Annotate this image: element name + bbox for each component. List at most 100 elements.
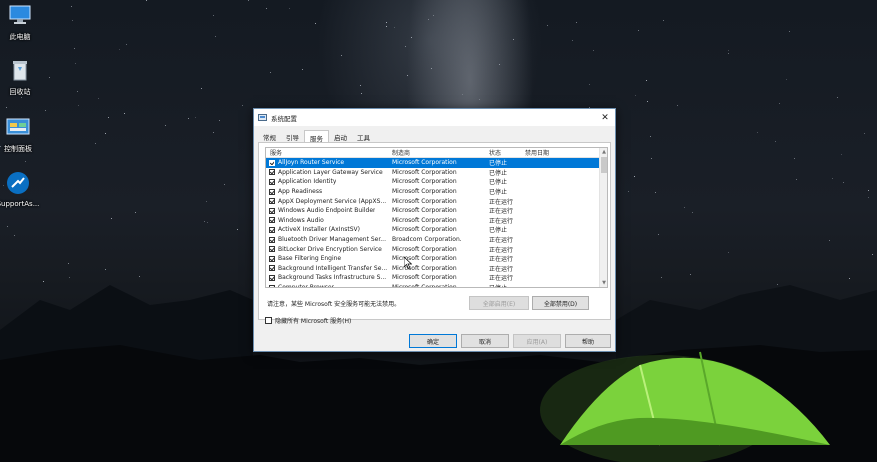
service-row[interactable]: Windows Audio Microsoft Corporation 正在运行 (266, 216, 607, 226)
service-row[interactable]: Bluetooth Driver Management Ser... Broadc… (266, 235, 607, 245)
service-name-cell: BitLocker Drive Encryption Service (266, 246, 392, 253)
service-name: Windows Audio Endpoint Builder (278, 207, 376, 215)
control-panel-icon (5, 114, 31, 140)
dialog-title: 系统配置 (271, 114, 297, 123)
service-manufacturer: Microsoft Corporation (392, 226, 457, 234)
column-header-status[interactable]: 状态 (489, 148, 525, 157)
desktop-icon-support-assist[interactable]: SupportAs... (0, 170, 41, 208)
service-status: 正在运行 (489, 275, 514, 283)
service-manufacturer: Microsoft Corporation (392, 284, 457, 288)
services-list[interactable]: 服务 制造商 状态 禁用日期 AllJoyn Router Service Mic… (265, 147, 608, 288)
service-name: AllJoyn Router Service (278, 159, 345, 167)
computer-icon (7, 2, 33, 28)
cancel-button[interactable]: 取消 (461, 334, 509, 348)
service-checkbox[interactable] (269, 246, 275, 253)
tab-startup[interactable]: 启动 (329, 130, 352, 142)
service-name: App Readiness (278, 188, 323, 196)
scroll-up-icon[interactable]: ▲ (601, 149, 607, 155)
service-status: 已停止 (489, 283, 525, 287)
column-header-disabled-date[interactable]: 禁用日期 (525, 148, 593, 157)
column-header-manufacturer[interactable]: 制造商 (392, 148, 489, 157)
service-checkbox[interactable] (269, 236, 275, 243)
service-status: 已停止 (489, 227, 508, 235)
desktop-icon-label: 回收站 (9, 88, 31, 96)
hide-microsoft-services-checkbox[interactable]: 隐藏所有 Microsoft 服务(H) (265, 316, 351, 325)
service-row[interactable]: Base Filtering Engine Microsoft Corporati… (266, 254, 607, 264)
service-row[interactable]: Background Intelligent Transfer Se... Mic… (266, 264, 607, 274)
desktop-icon-this-pc[interactable]: 此电脑 (0, 2, 43, 42)
tab-tools[interactable]: 工具 (352, 130, 375, 142)
service-checkbox[interactable] (269, 217, 275, 224)
service-status: 已停止 (489, 169, 508, 177)
service-name-cell: Windows Audio Endpoint Builder (266, 207, 392, 214)
service-row[interactable]: Windows Audio Endpoint Builder Microsoft … (266, 206, 607, 216)
service-manufacturer: Microsoft Corporation (392, 274, 457, 282)
column-header-service[interactable]: 服务 (266, 148, 392, 157)
service-name: Windows Audio (278, 216, 324, 224)
service-checkbox[interactable] (269, 226, 275, 233)
service-name: Base Filtering Engine (278, 255, 342, 263)
disable-all-button[interactable]: 全部禁用(D) (532, 296, 589, 310)
service-name: BitLocker Drive Encryption Service (278, 245, 382, 253)
checkbox-box[interactable] (265, 317, 272, 324)
service-row[interactable]: App Readiness Microsoft Corporation 已停止 (266, 187, 607, 197)
service-name-cell: AllJoyn Router Service (266, 159, 392, 166)
service-manufacturer: Microsoft Corporation (392, 188, 457, 196)
service-manufacturer: Microsoft Corporation (392, 168, 457, 176)
desktop-icon-recycle-bin[interactable]: 回收站 (0, 57, 43, 97)
security-note: 请注意，某些 Microsoft 安全服务可能无法禁用。 (267, 301, 401, 308)
tab-general[interactable]: 常规 (258, 130, 281, 142)
list-scrollbar[interactable]: ▲ ▼ (599, 148, 607, 287)
service-checkbox[interactable] (269, 284, 275, 287)
service-name: Application Identity (278, 178, 337, 186)
service-row[interactable]: Application Identity Microsoft Corporatio… (266, 177, 607, 187)
service-name-cell: Windows Audio (266, 217, 392, 224)
service-checkbox[interactable] (269, 255, 275, 262)
tab-boot[interactable]: 引导 (281, 130, 304, 142)
service-row[interactable]: Application Layer Gateway Service Microso… (266, 168, 607, 178)
service-status: 正在运行 (489, 265, 514, 273)
service-checkbox[interactable] (269, 265, 275, 272)
service-checkbox[interactable] (269, 198, 275, 205)
service-name-cell: Background Intelligent Transfer Se... (266, 265, 392, 272)
service-row[interactable]: BitLocker Drive Encryption Service Micros… (266, 244, 607, 254)
service-row[interactable]: Background Tasks Infrastructure S... Micr… (266, 273, 607, 283)
hide-microsoft-services-label: 隐藏所有 Microsoft 服务(H) (275, 318, 352, 325)
service-manufacturer: Microsoft Corporation (392, 216, 457, 224)
tab-strip: 常规 引导 服务 启动 工具 (258, 130, 375, 143)
scroll-down-icon[interactable]: ▼ (601, 280, 607, 286)
service-checkbox[interactable] (269, 178, 275, 185)
service-row[interactable]: Computer Browser Microsoft Corporation 已停止 (266, 283, 607, 288)
recycle-bin-icon (7, 57, 33, 83)
service-checkbox[interactable] (269, 207, 275, 214)
service-row[interactable]: AppX Deployment Service (AppXS... Microso… (266, 196, 607, 206)
service-name: ActiveX Installer (AxInstSV) (278, 226, 361, 234)
scroll-thumb[interactable] (601, 157, 607, 173)
service-manufacturer: Microsoft Corporation (392, 207, 457, 215)
service-status: 正在运行 (489, 256, 514, 264)
apply-button[interactable]: 应用(A) (513, 334, 561, 348)
desktop-icon-label: 控制面板 (4, 145, 32, 153)
service-name-cell: Background Tasks Infrastructure S... (266, 274, 392, 281)
service-checkbox[interactable] (269, 159, 275, 166)
service-status: 正在运行 (489, 198, 514, 206)
support-assist-icon (5, 170, 31, 196)
dialog-titlebar[interactable]: 系统配置 ✕ (254, 109, 615, 126)
service-row[interactable]: AllJoyn Router Service Microsoft Corporat… (266, 158, 607, 168)
service-checkbox[interactable] (269, 169, 275, 176)
ok-button[interactable]: 确定 (409, 334, 457, 348)
close-icon[interactable]: ✕ (595, 109, 615, 126)
service-checkbox[interactable] (269, 188, 275, 195)
service-checkbox[interactable] (269, 274, 275, 281)
desktop-icon-control-panel[interactable]: 控制面板 (0, 114, 41, 154)
enable-all-button[interactable]: 全部启用(E) (469, 296, 529, 310)
service-name: AppX Deployment Service (AppXS... (278, 197, 387, 205)
system-config-dialog: 系统配置 ✕ 常规 引导 服务 启动 工具 服务 制造商 状态 禁用日期 All… (253, 108, 616, 352)
service-row[interactable]: ActiveX Installer (AxInstSV) Microsoft Co… (266, 225, 607, 235)
help-button[interactable]: 帮助 (565, 334, 611, 348)
service-status: 已停止 (489, 179, 508, 187)
services-list-header: 服务 制造商 状态 禁用日期 (266, 148, 607, 158)
service-status: 正在运行 (489, 208, 514, 216)
service-name-cell: Computer Browser (266, 284, 392, 287)
service-name-cell: ActiveX Installer (AxInstSV) (266, 226, 392, 233)
